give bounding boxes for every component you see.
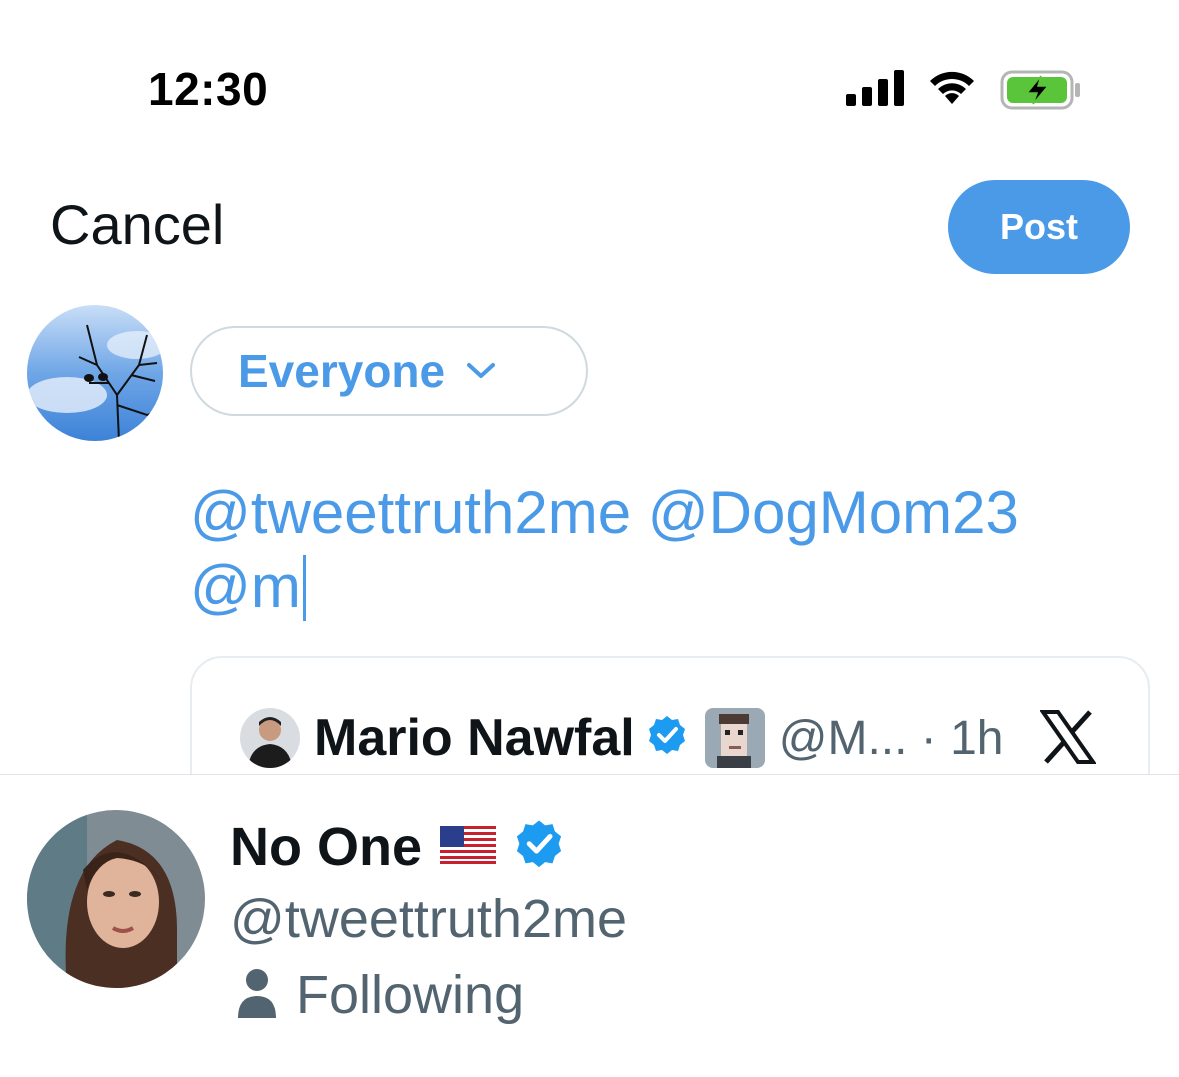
compose-line-2: @m: [190, 550, 1150, 624]
chevron-down-icon: [465, 361, 497, 386]
quoted-author-avatar: [240, 708, 300, 768]
compose-line-1: @tweettruth2me @DogMom23: [190, 479, 1019, 546]
wifi-icon: [926, 68, 978, 111]
us-flag-icon: [440, 825, 497, 869]
quoted-author-name: Mario Nawfal: [314, 709, 635, 767]
post-button[interactable]: Post: [948, 180, 1130, 274]
suggestion-relation: Following: [236, 964, 524, 1026]
battery-icon: [1000, 70, 1082, 115]
suggestion-handle[interactable]: @tweettruth2me: [230, 888, 627, 950]
audience-label: Everyone: [238, 345, 446, 397]
quoted-handle-time: @M... · 1h: [778, 711, 1004, 765]
suggestion-name: No One: [230, 817, 423, 877]
compose-textarea[interactable]: @tweettruth2me @DogMom23 @m: [190, 476, 1150, 624]
signal-icon: [846, 70, 904, 111]
following-label: Following: [296, 965, 525, 1025]
status-time: 12:30: [148, 63, 269, 115]
verified-icon: [645, 714, 689, 763]
cancel-button[interactable]: Cancel: [50, 192, 224, 257]
compose-line-2-text: @m: [190, 553, 301, 620]
user-avatar[interactable]: [27, 305, 163, 441]
person-icon: [236, 968, 278, 1023]
suggestion-avatar[interactable]: [27, 810, 205, 988]
audience-selector[interactable]: Everyone: [190, 326, 588, 416]
text-caret: [302, 555, 306, 621]
verified-icon: [512, 818, 566, 877]
x-logo-icon: [1039, 710, 1097, 769]
suggestion-name-row[interactable]: No One: [230, 816, 566, 878]
quoted-post-header: Mario Nawfal @M... · 1h: [240, 706, 1004, 770]
affiliate-badge-icon: [704, 708, 765, 768]
